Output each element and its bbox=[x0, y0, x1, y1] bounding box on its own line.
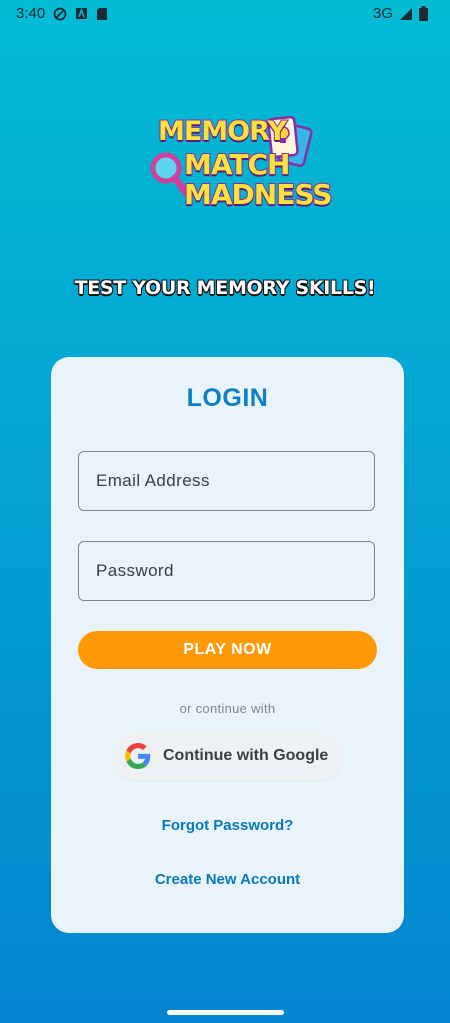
google-icon bbox=[125, 743, 151, 769]
app-logo: MEMORY MATCH MADNESS bbox=[148, 112, 333, 217]
or-continue-text: or continue with bbox=[179, 701, 276, 716]
login-card: LOGIN PLAY NOW or continue with Continue… bbox=[51, 357, 404, 933]
sd-card-icon bbox=[97, 7, 108, 20]
logo-line-2: MATCH bbox=[183, 147, 291, 182]
status-left: 3:40 bbox=[16, 5, 108, 22]
login-title: LOGIN bbox=[186, 384, 269, 412]
status-right: 3G bbox=[373, 5, 428, 22]
network-type: 3G bbox=[372, 5, 393, 22]
logo-line-1: MEMORY bbox=[157, 115, 288, 148]
forgot-password-link[interactable]: Forgot Password? bbox=[51, 817, 404, 834]
play-now-button[interactable]: PLAY NOW bbox=[78, 631, 377, 669]
home-indicator[interactable] bbox=[167, 1010, 284, 1015]
do-not-disturb-icon bbox=[53, 7, 67, 20]
email-field[interactable] bbox=[78, 451, 375, 511]
logo-line-3: MADNESS bbox=[183, 177, 333, 212]
google-button-label: Continue with Google bbox=[163, 747, 329, 764]
status-bar: 3:40 3G bbox=[0, 0, 450, 28]
google-signin-button[interactable]: Continue with Google bbox=[112, 732, 343, 780]
battery-icon bbox=[419, 6, 428, 21]
tagline: TEST YOUR MEMORY SKILLS! bbox=[74, 277, 376, 299]
signal-icon bbox=[400, 7, 412, 20]
password-field[interactable] bbox=[78, 541, 375, 601]
create-account-link[interactable]: Create New Account bbox=[51, 871, 404, 888]
app-notification-icon bbox=[76, 7, 88, 19]
status-time: 3:40 bbox=[16, 5, 46, 22]
